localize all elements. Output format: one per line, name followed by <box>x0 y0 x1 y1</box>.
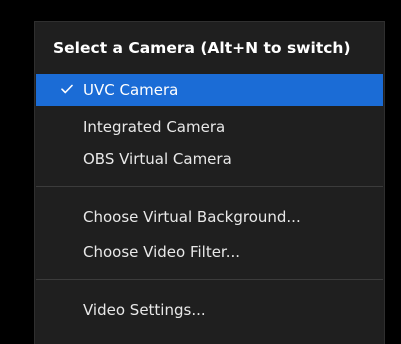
checkmark-icon <box>61 74 73 106</box>
camera-context-menu: Select a Camera (Alt+N to switch) UVC Ca… <box>34 21 385 344</box>
camera-option-label: UVC Camera <box>83 81 179 99</box>
menu-item-label: Choose Video Filter... <box>83 243 241 261</box>
menu-item-label: Choose Virtual Background... <box>83 208 301 226</box>
camera-option-label: OBS Virtual Camera <box>83 150 232 168</box>
menu-header: Select a Camera (Alt+N to switch) <box>53 39 351 57</box>
choose-virtual-background-item[interactable]: Choose Virtual Background... <box>36 201 383 233</box>
camera-option-obs-virtual[interactable]: OBS Virtual Camera <box>36 143 383 175</box>
menu-separator <box>36 279 383 280</box>
camera-option-label: Integrated Camera <box>83 118 226 136</box>
camera-option-integrated[interactable]: Integrated Camera <box>36 111 383 143</box>
menu-separator <box>36 186 383 187</box>
choose-video-filter-item[interactable]: Choose Video Filter... <box>36 236 383 268</box>
video-settings-item[interactable]: Video Settings... <box>36 294 383 326</box>
camera-option-uvc[interactable]: UVC Camera <box>36 74 383 106</box>
menu-item-label: Video Settings... <box>83 301 206 319</box>
